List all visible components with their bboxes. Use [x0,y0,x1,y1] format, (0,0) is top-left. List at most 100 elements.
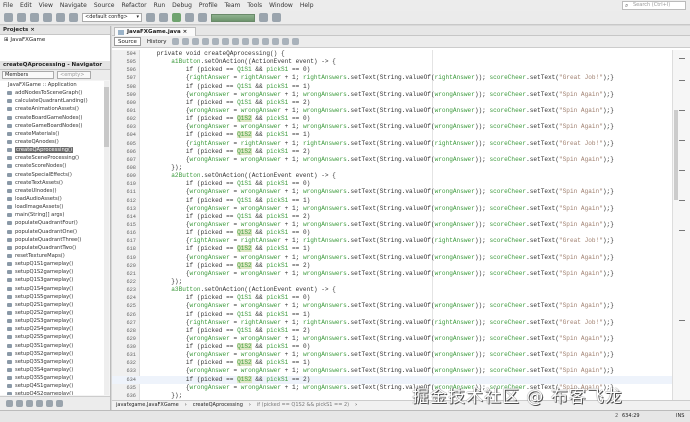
code-line[interactable]: 613 {wrongAnswer = wrongAnswer + 1; wron… [112,205,672,213]
code-line[interactable]: 616 if (picked == Q1S2 && pickS1 == 0) [112,229,672,237]
navigator-item[interactable]: createMaterials() [0,130,104,138]
sort-icon[interactable] [56,400,63,407]
code-line[interactable]: 628 if (picked == Q1S1 && pickS1 == 2) [112,327,672,335]
menu-file[interactable]: File [3,2,13,9]
new-project-icon[interactable] [17,13,26,22]
navigator-item[interactable]: setupQ3S4gameplay() [0,366,104,374]
navigator-item[interactable]: populateQuadrantThree() [0,236,104,244]
code-line[interactable]: 622 }); [112,278,672,286]
code-line[interactable]: 630 if (picked == Q1S2 && pickS1 == 0) [112,343,672,351]
redo-icon[interactable] [69,13,78,22]
code-line[interactable]: 609 a2Button.setOnAction((ActionEvent ev… [112,172,672,180]
code-line[interactable]: 604 if (picked == Q1S2 && pickS1 == 1) [112,131,672,139]
code-line[interactable]: 629 {wrongAnswer = wrongAnswer + 1; wron… [112,335,672,343]
code-area[interactable]: 594 private void createQAprocessing() {5… [112,50,672,400]
code-line[interactable]: 601 {wrongAnswer = wrongAnswer + 1; wron… [112,107,672,115]
navigator-item[interactable]: setupQ3S3gameplay() [0,358,104,366]
code-line[interactable]: 626 if (picked == Q1S1 && pickS1 == 1) [112,311,672,319]
navigator-item[interactable]: resetTextureMaps() [0,252,104,260]
navigator-root[interactable]: JavaFXGame :: Application [0,81,104,89]
navigator-item[interactable]: populateQuadrantOne() [0,228,104,236]
menu-view[interactable]: View [39,2,53,9]
new-file-icon[interactable] [4,13,13,22]
plugin-icon[interactable] [272,13,281,22]
code-line[interactable]: 612 if (picked == Q1S1 && pickS1 == 1) [112,197,672,205]
navigator-item[interactable]: setupQ4S1gameplay() [0,382,104,390]
code-line[interactable]: 611 {wrongAnswer = wrongAnswer + 1; wron… [112,188,672,196]
code-line[interactable]: 633 {wrongAnswer = wrongAnswer + 1; wron… [112,367,672,375]
code-line[interactable]: 623 a3Button.setOnAction((ActionEvent ev… [112,286,672,294]
menu-help[interactable]: Help [300,2,314,9]
navigator-item[interactable]: createUInodes() [0,187,104,195]
toggle-highlight-icon[interactable] [232,38,240,45]
menu-run[interactable]: Run [154,2,166,9]
navigator-item[interactable]: setupQ2S1gameplay() [0,301,104,309]
run-icon[interactable] [172,13,181,22]
static-icon[interactable] [26,400,33,407]
menu-navigate[interactable]: Navigate [60,2,87,9]
search-input[interactable]: Search (Ctrl+I) [622,1,686,10]
bookmark-icon[interactable] [242,38,250,45]
navigator-item[interactable]: populateQuadrantFour() [0,219,104,227]
code-line[interactable]: 624 if (picked == Q1S1 && pickS1 == 0) [112,294,672,302]
menu-debug[interactable]: Debug [172,2,192,9]
code-line[interactable]: 618 if (picked == Q1S2 && pickS1 == 1) [112,245,672,253]
debug-icon[interactable] [185,13,194,22]
navigator-item[interactable]: setupQ1S3gameplay() [0,276,104,284]
navigator-item[interactable]: setupQ3S5gameplay() [0,374,104,382]
navigator-item[interactable]: loadAudioAssets() [0,195,104,203]
build-icon[interactable] [146,13,155,22]
code-line[interactable]: 632 if (picked == Q1S2 && pickS1 == 1) [112,359,672,367]
code-line[interactable]: 617 {rightAnswer = rightAnswer + 1; righ… [112,237,672,245]
navigator-item[interactable]: createGameBoardNodes() [0,122,104,130]
profile-icon[interactable] [198,13,207,22]
navigator-item[interactable]: setupQ1S2gameplay() [0,268,104,276]
source-button[interactable]: Source [114,37,141,46]
code-line[interactable]: 606 if (picked == Q1S2 && pickS1 == 2) [112,147,672,156]
menu-refactor[interactable]: Refactor [121,2,146,9]
menu-window[interactable]: Window [269,2,293,9]
find-prev-icon[interactable] [212,38,220,45]
shift-right-icon[interactable] [262,38,270,45]
navigator-item[interactable]: setupQ1S5gameplay() [0,293,104,301]
last-edit-icon[interactable] [172,38,180,45]
code-line[interactable]: 614 if (picked == Q1S1 && pickS1 == 2) [112,213,672,221]
inherited-icon[interactable] [46,400,53,407]
navigator-item[interactable]: setupQ1S4gameplay() [0,285,104,293]
navigator-item[interactable]: setupQ2S5gameplay() [0,333,104,341]
navigator-item[interactable]: addNodesToSceneGraph() [0,89,104,97]
navigator-item[interactable]: loadImageAssets() [0,203,104,211]
members-select[interactable]: Members [2,71,54,79]
fields-icon[interactable] [16,400,23,407]
navigator-item[interactable]: createScoreNodes() [0,162,104,170]
navigator-item[interactable]: setupQ3S2gameplay() [0,350,104,358]
menu-team[interactable]: Team [225,2,241,9]
code-line[interactable]: 607 {wrongAnswer = wrongAnswer + 1; wron… [112,156,672,164]
code-line[interactable]: 619 {wrongAnswer = wrongAnswer + 1; wron… [112,254,672,262]
config-select[interactable]: <default config> [82,13,142,22]
menu-source[interactable]: Source [94,2,115,9]
code-line[interactable]: 620 if (picked == Q1S2 && pickS1 == 2) [112,261,672,270]
navigator-item[interactable]: setupQ2S2gameplay() [0,309,104,317]
project-root[interactable]: ⊞ JavaFXGame [0,35,110,43]
navigator-item[interactable]: setupQ4S2gameplay() [0,390,104,395]
code-line[interactable]: 603 {wrongAnswer = wrongAnswer + 1; wron… [112,123,672,131]
history-button[interactable]: History [144,39,170,45]
navigator-item[interactable]: createBoardGameNodes() [0,114,104,122]
forward-icon[interactable] [192,38,200,45]
nonpublic-icon[interactable] [36,400,43,407]
filter-select[interactable]: <empty> [57,71,91,79]
code-line[interactable]: 621 {wrongAnswer = wrongAnswer + 1; wron… [112,270,672,278]
open-project-icon[interactable] [30,13,39,22]
find-next-icon[interactable] [222,38,230,45]
macro-icon[interactable] [292,38,300,45]
code-line[interactable]: 598 if (picked == Q1S1 && pickS1 == 1) [112,83,672,91]
code-line[interactable]: 595 a1Button.setOnAction((ActionEvent ev… [112,58,672,66]
breadcrumb-item[interactable]: createQAprocessing [193,401,243,410]
navigator-item[interactable]: createTextAssets() [0,179,104,187]
code-line[interactable]: 599 {wrongAnswer = wrongAnswer + 1; wron… [112,91,672,99]
navigator-item[interactable]: createQAnodes() [0,138,104,146]
code-line[interactable]: 615 {wrongAnswer = wrongAnswer + 1; wron… [112,221,672,229]
filter-icon[interactable] [6,400,13,407]
notifications-badge[interactable]: 2 [615,411,618,422]
